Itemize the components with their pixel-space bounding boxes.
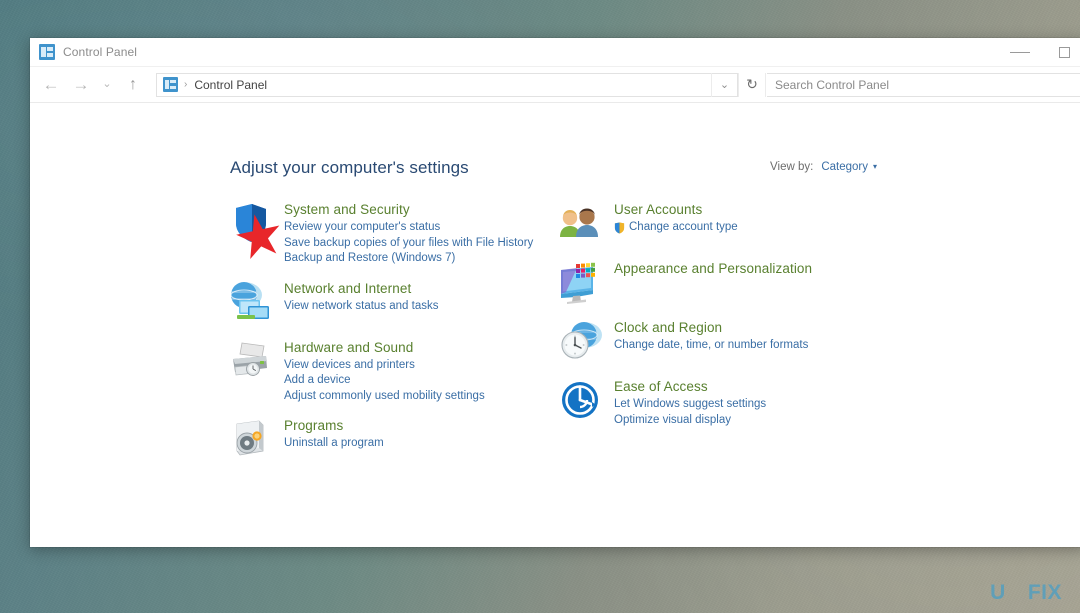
category-body: Ease of Access Let Windows suggest setti… bbox=[614, 376, 766, 428]
control-panel-icon bbox=[39, 44, 55, 60]
programs-disc-icon bbox=[226, 415, 274, 463]
category-column-left: System and Security Review your computer… bbox=[226, 199, 556, 547]
category-title[interactable]: Network and Internet bbox=[284, 280, 438, 297]
category-body: Clock and Region Change date, time, or n… bbox=[614, 317, 808, 365]
category-clock-and-region[interactable]: Clock and Region Change date, time, or n… bbox=[556, 317, 886, 365]
watermark-right: FIX bbox=[1027, 581, 1062, 604]
appearance-monitor-icon bbox=[556, 258, 604, 306]
window-title: Control Panel bbox=[63, 45, 138, 59]
user-accounts-icon bbox=[556, 199, 604, 247]
category-title[interactable]: User Accounts bbox=[614, 201, 738, 218]
search-input[interactable]: Search Control Panel bbox=[767, 72, 1080, 97]
forward-button[interactable]: → bbox=[66, 70, 96, 100]
category-link[interactable]: Change date, time, or number formats bbox=[614, 338, 808, 354]
category-link[interactable]: View network status and tasks bbox=[284, 299, 438, 315]
view-by-label: View by: bbox=[770, 161, 814, 173]
category-link[interactable]: Add a device bbox=[284, 373, 485, 389]
refresh-button[interactable]: ↻ bbox=[738, 72, 766, 97]
category-body: Appearance and Personalization bbox=[614, 258, 812, 306]
view-by-control: View by: Category ▾ bbox=[770, 161, 877, 173]
category-title[interactable]: Clock and Region bbox=[614, 319, 808, 336]
clock-region-icon bbox=[556, 317, 604, 365]
category-title[interactable]: Hardware and Sound bbox=[284, 339, 485, 356]
security-shield-icon bbox=[226, 199, 274, 247]
category-column-right: User Accounts Change account type Appear… bbox=[556, 199, 886, 547]
category-hardware-and-sound[interactable]: Hardware and Sound View devices and prin… bbox=[226, 337, 556, 405]
control-panel-window: Control Panel ← → ⌄ ↑ › Control Panel ⌄ … bbox=[30, 38, 1080, 547]
window-titlebar: Control Panel bbox=[30, 38, 1080, 67]
view-by-value[interactable]: Category bbox=[821, 161, 868, 173]
category-link[interactable]: Let Windows suggest settings bbox=[614, 397, 766, 413]
category-link[interactable]: Optimize visual display bbox=[614, 413, 766, 429]
category-appearance-and-personalization[interactable]: Appearance and Personalization bbox=[556, 258, 886, 306]
category-link[interactable]: Uninstall a program bbox=[284, 436, 384, 452]
address-dropdown-button[interactable]: ⌄ bbox=[711, 72, 737, 97]
category-body: Network and Internet View network status… bbox=[284, 278, 438, 326]
category-body: User Accounts Change account type bbox=[614, 199, 738, 247]
category-link[interactable]: Change account type bbox=[614, 220, 738, 236]
page-title: Adjust your computer's settings bbox=[230, 158, 469, 177]
page-header: Adjust your computer's settings View by:… bbox=[230, 158, 1067, 178]
category-body: Hardware and Sound View devices and prin… bbox=[284, 337, 485, 405]
category-link[interactable]: View devices and printers bbox=[284, 358, 485, 374]
address-bar[interactable]: › Control Panel ⌄ bbox=[156, 72, 738, 97]
recent-locations-button[interactable]: ⌄ bbox=[96, 70, 118, 100]
chevron-down-icon[interactable]: ▾ bbox=[873, 162, 877, 171]
watermark: U FIX bbox=[990, 581, 1062, 605]
category-body: System and Security Review your computer… bbox=[284, 199, 533, 267]
navigation-bar: ← → ⌄ ↑ › Control Panel ⌄ ↻ Search Contr… bbox=[30, 67, 1080, 103]
category-title[interactable]: Appearance and Personalization bbox=[614, 260, 812, 277]
category-link[interactable]: Save backup copies of your files with Fi… bbox=[284, 236, 533, 252]
category-link[interactable]: Review your computer's status bbox=[284, 220, 533, 236]
watermark-left: U bbox=[990, 581, 1006, 604]
category-user-accounts[interactable]: User Accounts Change account type bbox=[556, 199, 886, 247]
category-link[interactable]: Adjust commonly used mobility settings bbox=[284, 389, 485, 405]
printer-icon bbox=[226, 337, 274, 385]
caption-button-group bbox=[997, 38, 1080, 67]
uac-shield-icon bbox=[614, 222, 625, 234]
minimize-button[interactable] bbox=[997, 38, 1042, 67]
category-title[interactable]: Programs bbox=[284, 417, 384, 434]
control-panel-content: Adjust your computer's settings View by:… bbox=[30, 103, 1080, 547]
minimize-icon bbox=[1009, 51, 1030, 53]
maximize-icon bbox=[1059, 46, 1070, 58]
up-button[interactable]: ↑ bbox=[118, 70, 148, 100]
ease-of-access-icon bbox=[556, 376, 604, 424]
breadcrumb-separator-icon: › bbox=[184, 79, 188, 90]
category-title[interactable]: System and Security bbox=[284, 201, 533, 218]
network-globe-icon bbox=[226, 278, 274, 326]
breadcrumb[interactable]: Control Panel bbox=[194, 78, 267, 92]
category-body: Programs Uninstall a program bbox=[284, 415, 384, 463]
category-link[interactable]: Backup and Restore (Windows 7) bbox=[284, 251, 533, 267]
category-programs[interactable]: Programs Uninstall a program bbox=[226, 415, 556, 463]
back-button[interactable]: ← bbox=[36, 70, 66, 100]
category-system-and-security[interactable]: System and Security Review your computer… bbox=[226, 199, 556, 267]
category-title[interactable]: Ease of Access bbox=[614, 378, 766, 395]
maximize-button[interactable] bbox=[1042, 38, 1080, 67]
category-network-and-internet[interactable]: Network and Internet View network status… bbox=[226, 278, 556, 326]
address-control-panel-icon bbox=[163, 77, 178, 92]
category-ease-of-access[interactable]: Ease of Access Let Windows suggest setti… bbox=[556, 376, 886, 428]
category-columns: System and Security Review your computer… bbox=[30, 199, 1080, 547]
category-link-label: Change account type bbox=[629, 221, 738, 233]
